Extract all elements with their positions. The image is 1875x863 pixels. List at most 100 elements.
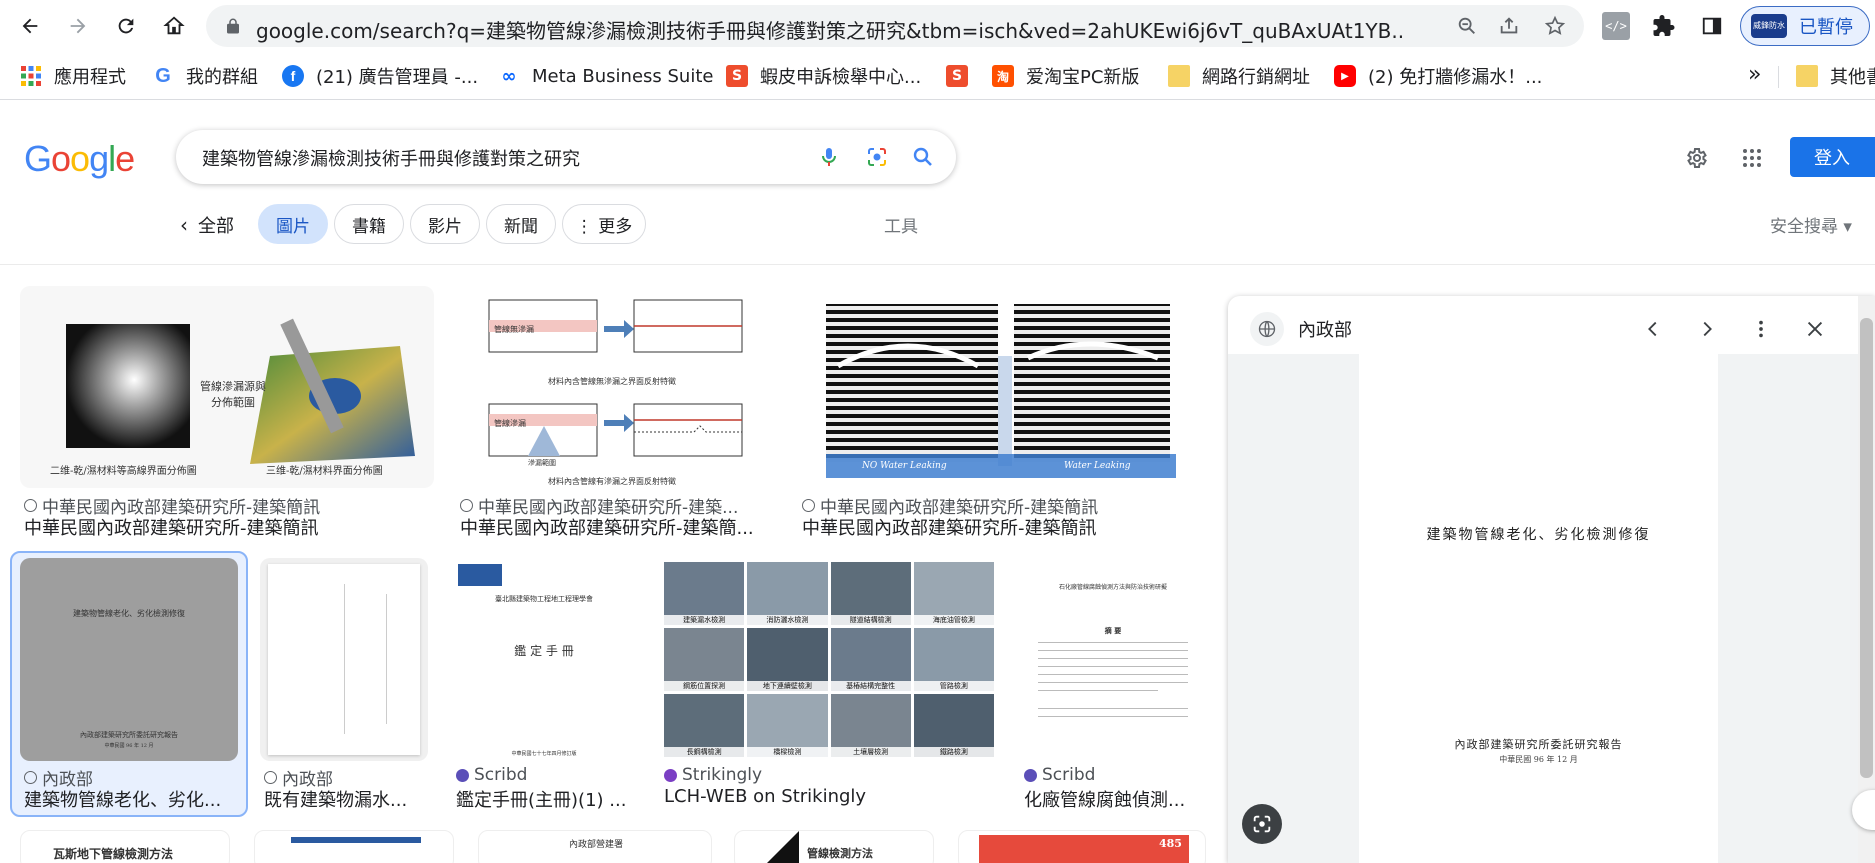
more-vertical-icon[interactable]	[1744, 312, 1778, 346]
result-thumbnail[interactable]: 管線無滲漏 管線滲漏 滲漏範圍 材料內含管線無滲漏之界面反射特徵 材料內含管線有…	[456, 286, 776, 488]
result-thumbnail[interactable]: 485	[958, 830, 1206, 863]
result-thumbnail[interactable]: 瓦斯地下管線檢測方法	[20, 830, 230, 863]
panel-scrollbar-thumb[interactable]	[1860, 318, 1873, 778]
search-query[interactable]: 建築物管線滲漏檢測技術手冊與修護對策之研究	[202, 145, 580, 171]
result-thumbnail[interactable]: 石化廠管線腐蝕偵測方法與防治技術研擬 摘 要	[1020, 558, 1206, 761]
collage-tile: 橋樑檢測	[747, 694, 828, 757]
settings-gear-icon[interactable]	[1682, 144, 1710, 172]
bookmark-meta-business[interactable]: ∞ Meta Business Suite	[498, 64, 714, 88]
google-apps-icon[interactable]	[1738, 144, 1766, 172]
result-thumbnail[interactable]: 管線檢測方法	[734, 830, 934, 863]
google-g-icon: G	[155, 64, 171, 87]
share-icon[interactable]	[1496, 13, 1522, 39]
address-bar[interactable]: google.com/search?q=建築物管線滲漏檢測技術手冊與修護對策之研…	[206, 5, 1584, 47]
result-thumbnail[interactable]: 管線滲漏源與分佈範圍 二维-乾/濕材料等高線界面分佈圖 三维-乾/濕材料界面分佈…	[20, 286, 434, 488]
lens-search-button[interactable]	[1242, 804, 1282, 844]
strikingly-icon	[664, 768, 677, 782]
bookmark-taobao[interactable]: 淘 爱淘宝PC新版	[992, 64, 1139, 88]
search-icon[interactable]	[910, 144, 936, 170]
result-thumbnail[interactable]: 建築漏水檢測 消防灑水檢測 隧道結構檢測 海底油管檢測 鋼筋位置探測 地下連續壁檢測 基樁結…	[660, 558, 998, 761]
forward-button[interactable]	[60, 8, 96, 44]
bookmarks-overflow-chevron-icon[interactable]: »	[1748, 62, 1761, 87]
bookmark-folder-marketing[interactable]: 網路行銷網址	[1168, 64, 1310, 88]
result-title[interactable]: 中華民國內政部建築研究所-建築簡訊	[24, 514, 434, 540]
browser-toolbar: google.com/search?q=建築物管線滲漏檢測技術手冊與修護對策之研…	[0, 0, 1875, 52]
result-source[interactable]: Scribd	[456, 765, 636, 785]
extensions-puzzle-icon[interactable]	[1650, 12, 1678, 40]
result-title[interactable]: 既有建築物漏水...	[264, 786, 428, 812]
collage-tile: 海底油管檢測	[913, 562, 994, 625]
sign-in-button[interactable]: 登入	[1790, 137, 1875, 177]
profile-button[interactable]: 威鋒防水 已暫停	[1740, 6, 1870, 46]
result-source[interactable]: Scribd	[1024, 765, 1206, 785]
globe-icon	[802, 499, 815, 512]
collage-tile: 鐵路檢測	[913, 694, 994, 757]
chip-books[interactable]: 書籍	[334, 204, 404, 244]
doc-graphic	[759, 831, 799, 863]
doc-page	[268, 564, 420, 755]
facebook-icon: f	[282, 65, 304, 87]
chip-more[interactable]: ⋮ 更多	[562, 204, 646, 244]
preview-source[interactable]: 內政部	[1298, 316, 1352, 342]
result-thumbnail[interactable]: NO Water Leaking Water Leaking	[798, 286, 1206, 488]
bookmark-shopee-appeal[interactable]: S 蝦皮申訴檢舉中心...	[726, 64, 921, 88]
next-chevron-icon[interactable]	[1690, 312, 1724, 346]
result-source[interactable]: Strikingly	[664, 765, 998, 785]
result-thumbnail[interactable]	[260, 558, 428, 761]
bookmark-ads-manager[interactable]: f (21) 廣告管理員 -...	[282, 64, 478, 88]
preview-image[interactable]: 建築物管線老化、劣化檢測修復 內政部建築研究所委託研究報告 中華民國 96 年 …	[1359, 354, 1718, 863]
globe-icon	[264, 771, 277, 784]
collage-label: 隧道結構檢測	[830, 615, 911, 625]
chip-news[interactable]: 新聞	[486, 204, 556, 244]
arrow-left-icon	[22, 18, 38, 34]
reload-button[interactable]	[108, 8, 144, 44]
figure-label: Water Leaking	[1064, 461, 1131, 471]
result-title[interactable]: LCH-WEB on Strikingly	[664, 786, 998, 807]
close-icon[interactable]	[1798, 312, 1832, 346]
scribd-logo	[458, 564, 502, 586]
bookmark-star-icon[interactable]	[1542, 13, 1568, 39]
chip-images[interactable]: 圖片	[258, 204, 328, 244]
result-title[interactable]: 中華民國內政部建築研究所-建築簡訊	[802, 514, 1206, 540]
dev-extension-icon[interactable]: </>	[1602, 12, 1630, 40]
bookmark-my-groups[interactable]: G 我的群組	[152, 64, 258, 89]
collage-label: 土壤層檢測	[830, 747, 911, 757]
bookmark-shopee[interactable]: S	[946, 64, 980, 88]
lens-camera-icon[interactable]	[864, 144, 890, 170]
home-button[interactable]	[156, 8, 192, 44]
result-thumbnail[interactable]	[254, 830, 454, 863]
preview-doc-title: 建築物管線老化、劣化檢測修復	[1426, 527, 1651, 543]
bookmark-label: (21) 廣告管理員 -...	[316, 67, 479, 88]
bookmarks-divider	[1778, 66, 1779, 88]
url-text[interactable]: google.com/search?q=建築物管線滲漏檢測技術手冊與修護對策之研…	[256, 15, 1406, 44]
collage-label: 橋樑檢測	[747, 747, 828, 757]
previous-chevron-icon[interactable]	[1636, 312, 1670, 346]
side-panel-icon[interactable]	[1698, 12, 1726, 40]
bookmark-label: 爱淘宝PC新版	[1026, 67, 1140, 88]
google-logo[interactable]: Google	[24, 138, 135, 180]
microphone-icon[interactable]	[816, 144, 842, 170]
tools-button[interactable]: 工具	[884, 212, 918, 237]
taobao-icon: 淘	[992, 65, 1014, 87]
bookmark-youtube[interactable]: ▶ (2) 免打牆修漏水！...	[1334, 64, 1542, 88]
chip-all[interactable]: ‹ 全部	[180, 212, 234, 238]
bookmark-other[interactable]: 其他書	[1796, 64, 1875, 88]
bookmark-apps[interactable]: 應用程式	[20, 64, 126, 88]
collage-label: 鐵路檢測	[913, 747, 994, 757]
zoom-icon[interactable]	[1454, 13, 1480, 39]
globe-icon	[24, 499, 37, 512]
safesearch-button[interactable]: 安全搜尋 ▾	[1770, 212, 1852, 237]
chip-videos[interactable]: 影片	[410, 204, 480, 244]
back-button[interactable]	[12, 8, 48, 44]
result-title[interactable]: 鑑定手冊(主冊)(1) ...	[456, 786, 636, 812]
figure-caption: 二维-乾/濕材料等高線界面分佈圖	[50, 466, 197, 477]
doc-org: 臺北縣建築物工程地工程理學會	[495, 595, 593, 603]
result-thumbnail[interactable]: 建築物管線老化、劣化檢測修復 內政部建築研究所委託研究報告 中華民國 96 年 …	[20, 558, 238, 761]
result-title[interactable]: 化廠管線腐蝕偵測...	[1024, 786, 1206, 812]
result-thumbnail[interactable]: 內政部營建署	[478, 830, 712, 863]
result-title[interactable]: 建築物管線老化、劣化...	[24, 786, 234, 812]
search-input[interactable]: 建築物管線滲漏檢測技術手冊與修護對策之研究	[176, 130, 956, 184]
result-thumbnail[interactable]: 臺北縣建築物工程地工程理學會 鑑 定 手 冊 中華民國七十七年四月修訂版	[452, 558, 636, 761]
result-title[interactable]: 中華民國內政部建築研究所-建築簡...	[460, 514, 776, 540]
preview-doc-org: 內政部建築研究所委託研究報告	[1454, 738, 1623, 751]
